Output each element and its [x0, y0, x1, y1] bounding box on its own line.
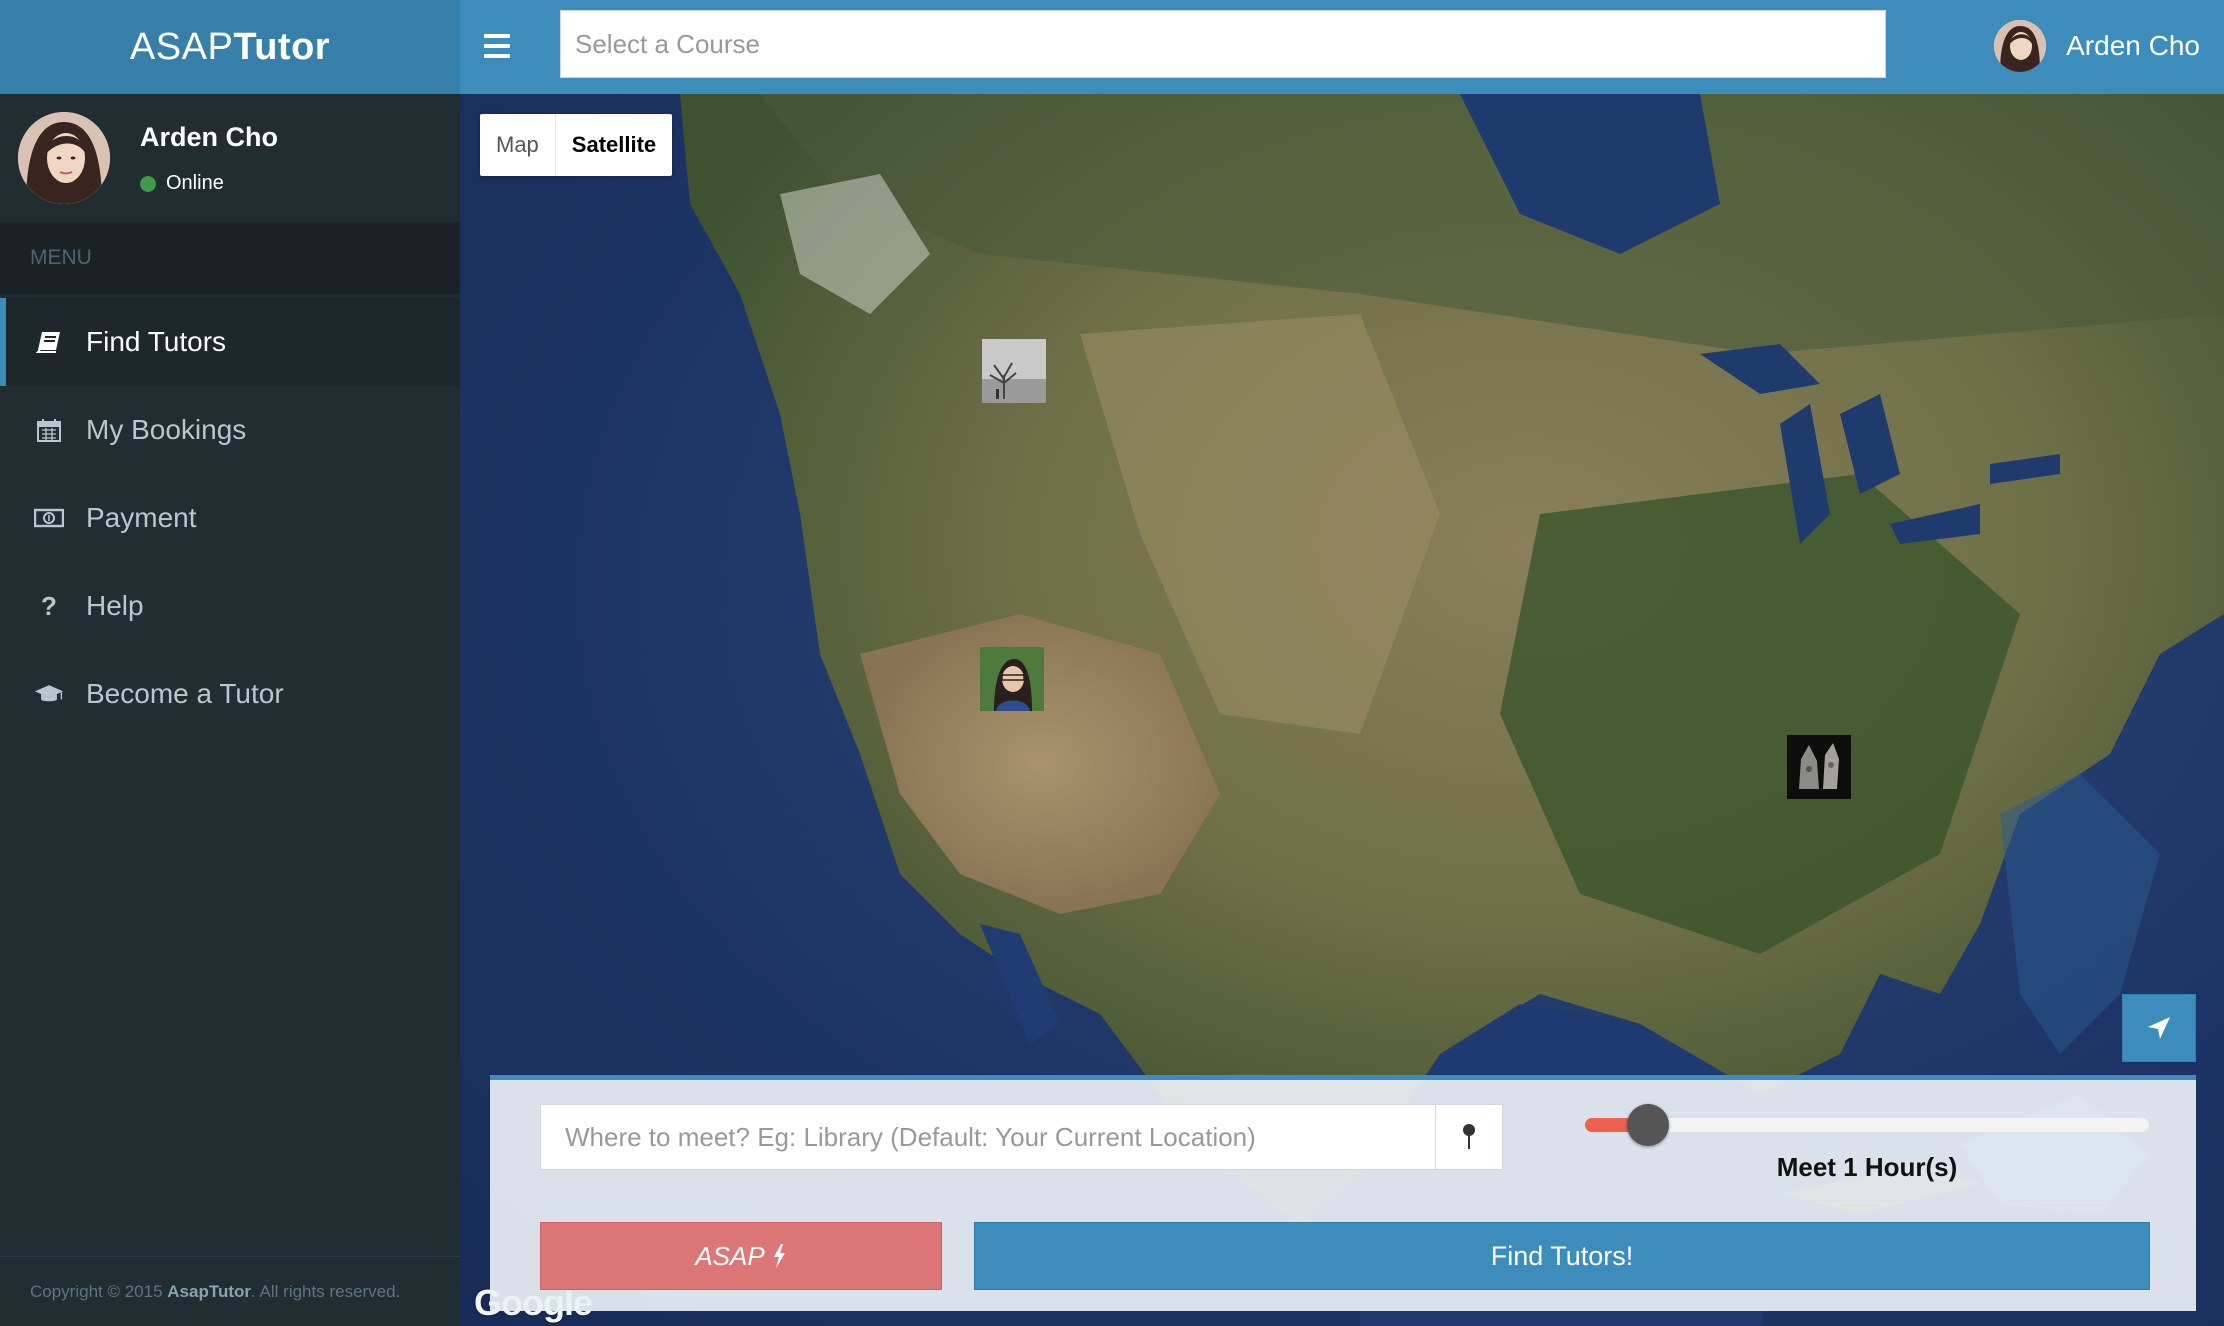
- logo-text-light: ASAP: [129, 25, 234, 68]
- asap-button-label: ASAP: [695, 1240, 765, 1271]
- sidebar-user-name: Arden Cho: [140, 122, 278, 152]
- user-status: Online: [140, 172, 224, 195]
- panel-divider: [540, 1200, 2150, 1201]
- tutor-marker[interactable]: [982, 339, 1046, 403]
- menu-header: MENU: [0, 222, 460, 294]
- logo-text-bold: Tutor: [233, 25, 331, 68]
- question-icon: ?: [41, 590, 57, 621]
- top-header: ASAP Tutor Select a Course Arden Cho: [0, 0, 2224, 94]
- search-panel: Where to meet? Eg: Library (Default: You…: [490, 1075, 2196, 1311]
- graduation-cap-icon: [34, 679, 64, 709]
- meet-location-input[interactable]: Where to meet? Eg: Library (Default: You…: [540, 1104, 1436, 1170]
- avatar: [18, 112, 110, 204]
- duration-label: Meet 1 Hour(s): [1776, 1152, 1958, 1182]
- book-icon: [34, 327, 64, 357]
- sidebar-item-label: My Bookings: [86, 414, 247, 445]
- sidebar-item-label: Find Tutors: [86, 326, 227, 357]
- pick-location-button[interactable]: [1435, 1104, 1503, 1170]
- asap-button[interactable]: ASAP: [540, 1222, 942, 1290]
- bolt-icon: [773, 1244, 785, 1268]
- copyright-suffix: . All rights reserved.: [251, 1281, 401, 1301]
- map-type-map-button[interactable]: Map: [480, 114, 556, 176]
- sidebar-menu: Find Tutors My Bookings Payment ? Help B…: [0, 298, 460, 738]
- user-panel: Arden Cho Online: [0, 94, 460, 222]
- map-type-satellite-button[interactable]: Satellite: [556, 114, 672, 176]
- user-menu[interactable]: Arden Cho: [1994, 16, 2200, 76]
- sidebar-item-label: Help: [86, 590, 144, 621]
- map-pin-icon: [1463, 1124, 1475, 1149]
- slider-handle[interactable]: [1627, 1104, 1669, 1146]
- tutor-marker[interactable]: [980, 647, 1044, 711]
- my-location-button[interactable]: [2122, 994, 2196, 1062]
- slider-track: [1585, 1118, 2149, 1132]
- sidebar-item-my-bookings[interactable]: My Bookings: [0, 386, 460, 474]
- tree-photo-icon: [982, 339, 1046, 403]
- map-type-control: Map Satellite: [480, 114, 673, 176]
- course-select[interactable]: Select a Course: [560, 10, 1886, 78]
- copyright-prefix: Copyright © 2015: [30, 1281, 163, 1301]
- copyright-brand: AsapTutor: [167, 1281, 252, 1301]
- avatar: [1994, 20, 2047, 72]
- tutor-marker[interactable]: [1787, 735, 1851, 799]
- sidebar-footer: Copyright © 2015 AsapTutor. All rights r…: [0, 1256, 460, 1326]
- sidebar: Arden Cho Online MENU Find Tutors My Boo…: [0, 94, 460, 1326]
- user-status-label: Online: [166, 172, 224, 194]
- artifact-photo-icon: [1787, 735, 1851, 799]
- course-select-placeholder: Select a Course: [575, 28, 760, 59]
- meet-location-placeholder: Where to meet? Eg: Library (Default: You…: [565, 1121, 1256, 1152]
- header-user-name: Arden Cho: [2066, 30, 2200, 61]
- sidebar-item-label: Become a Tutor: [86, 678, 284, 709]
- online-status-icon: [140, 175, 156, 192]
- money-icon: [34, 503, 64, 533]
- sidebar-item-help[interactable]: ? Help: [0, 562, 460, 650]
- sidebar-item-payment[interactable]: Payment: [0, 474, 460, 562]
- find-tutors-button[interactable]: Find Tutors!: [974, 1222, 2150, 1290]
- sidebar-item-label: Payment: [86, 502, 197, 533]
- sidebar-toggle-icon[interactable]: [484, 26, 520, 66]
- app-logo[interactable]: ASAP Tutor: [0, 0, 460, 94]
- tutor-avatar-icon: [980, 647, 1044, 711]
- sidebar-item-find-tutors[interactable]: Find Tutors: [0, 298, 460, 386]
- sidebar-item-become-tutor[interactable]: Become a Tutor: [0, 650, 460, 738]
- location-arrow-icon: [2148, 1017, 2170, 1039]
- calendar-icon: [34, 415, 64, 445]
- duration-slider[interactable]: [1585, 1104, 2149, 1146]
- find-tutors-label: Find Tutors!: [1490, 1240, 1634, 1271]
